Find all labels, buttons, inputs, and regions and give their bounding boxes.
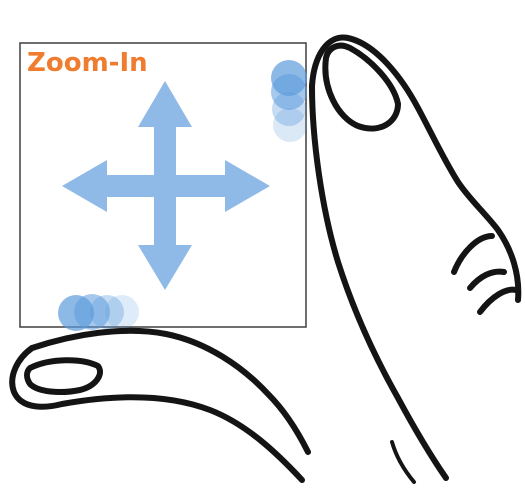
pinch-hand-icon bbox=[9, 34, 522, 484]
zoom-in-diagram: Zoom-In bbox=[0, 0, 525, 493]
four-way-arrow-icon bbox=[62, 81, 270, 290]
page-title: Zoom-In bbox=[27, 48, 148, 78]
touch-point-icon bbox=[58, 294, 139, 331]
touch-point-icon bbox=[271, 60, 307, 142]
